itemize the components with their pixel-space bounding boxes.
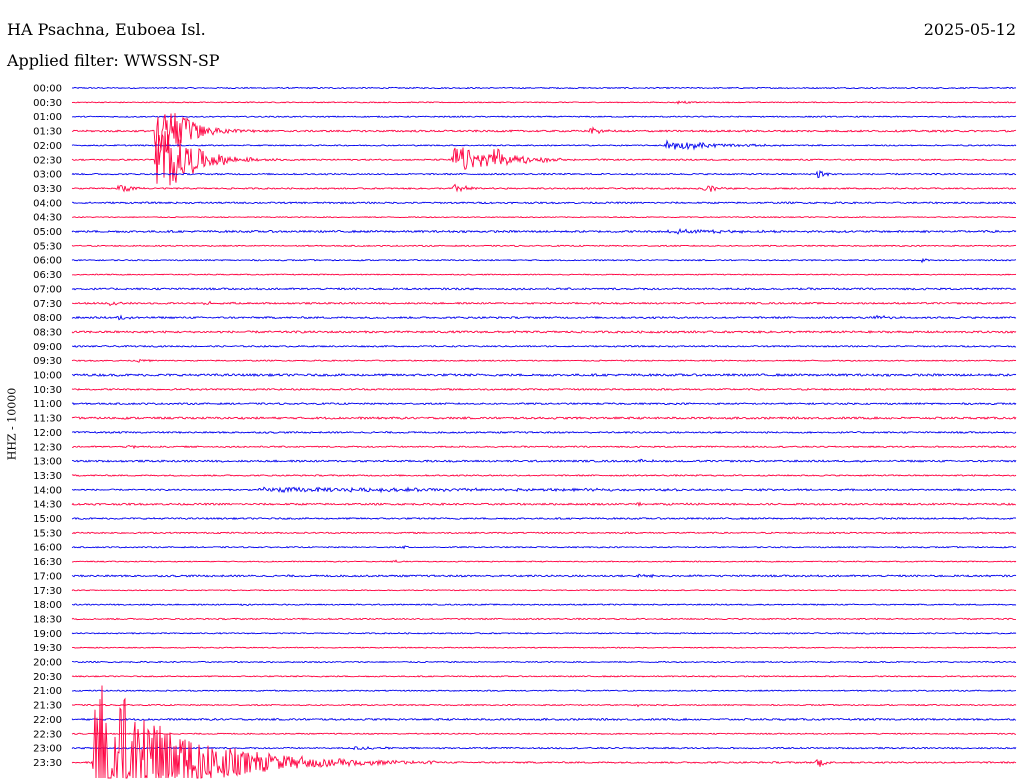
- time-tick-label: 23:30: [33, 758, 62, 769]
- seismic-trace: [71, 545, 1017, 550]
- seismic-trace: [71, 430, 1017, 434]
- seismic-trace: [71, 287, 1017, 291]
- time-tick-label: 00:00: [33, 84, 62, 95]
- seismic-trace: [71, 516, 1017, 521]
- seismic-trace: [71, 358, 1017, 363]
- seismic-trace: [71, 402, 1017, 406]
- seismic-trace: [71, 689, 1017, 692]
- seismic-trace: [72, 458, 1017, 463]
- seismic-trace: [72, 646, 1017, 649]
- time-tick-label: 19:30: [33, 643, 62, 654]
- seismic-trace: [71, 183, 1017, 193]
- seismic-trace: [72, 344, 1017, 348]
- time-tick-label: 19:00: [33, 629, 62, 640]
- helicorder-plot: 00:00 00:30 01:00 01:30 02:00 02:30 03:00 03:30…: [33, 84, 1017, 779]
- seismic-trace: [71, 746, 1017, 751]
- seismic-trace: [71, 675, 1017, 678]
- time-tick-label: 21:30: [33, 701, 62, 712]
- time-tick-label: 11:00: [33, 399, 62, 410]
- seismic-trace: [71, 717, 1017, 722]
- time-tick-label: 07:00: [33, 284, 62, 295]
- seismic-trace: [71, 573, 1017, 579]
- seismic-trace: [71, 257, 1017, 264]
- seismic-trace: [71, 387, 1017, 391]
- seismic-trace: [71, 416, 1017, 420]
- time-tick-label: 15:00: [33, 514, 62, 525]
- time-tick-label: 17:00: [33, 571, 62, 582]
- seismic-trace: [71, 444, 1017, 450]
- time-tick-label: 13:00: [33, 457, 62, 468]
- time-tick-label: 09:30: [33, 356, 62, 367]
- time-tick-label: 11:30: [33, 414, 62, 425]
- time-tick-label: 15:30: [33, 528, 62, 539]
- time-tick-label: 05:00: [33, 227, 62, 238]
- time-tick-label: 08:30: [33, 327, 62, 338]
- time-tick-label: 09:00: [33, 342, 62, 353]
- time-tick-label: 17:30: [33, 586, 62, 597]
- time-tick-label: 14:30: [33, 500, 62, 511]
- time-tick-label: 05:30: [33, 241, 62, 252]
- time-tick-label: 10:30: [33, 385, 62, 396]
- seismic-trace: [71, 330, 1017, 334]
- time-tick-label: 02:00: [33, 141, 62, 152]
- seismic-trace: [71, 131, 1017, 186]
- seismic-trace: [71, 115, 1017, 118]
- time-tick-label: 12:00: [33, 428, 62, 439]
- time-tick-label: 16:30: [33, 557, 62, 568]
- time-tick-label: 16:00: [33, 543, 62, 554]
- seismic-trace: [71, 703, 1017, 708]
- seismic-trace: [71, 113, 1017, 165]
- time-tick-label: 18:00: [33, 600, 62, 611]
- time-tick-label: 06:00: [33, 256, 62, 267]
- seismic-trace: [72, 660, 1017, 664]
- seismic-trace: [71, 314, 1017, 321]
- time-tick-label: 08:00: [33, 313, 62, 324]
- seismic-trace: [71, 273, 1017, 276]
- time-tick-label: 04:00: [33, 198, 62, 209]
- seismic-trace: [71, 603, 1017, 607]
- seismic-trace: [71, 100, 1016, 105]
- seismic-trace: [71, 685, 1017, 779]
- time-tick-label: 02:30: [33, 155, 62, 166]
- time-tick-label: 00:30: [33, 98, 62, 109]
- time-tick-label: 22:00: [33, 715, 62, 726]
- seismic-trace: [71, 227, 1017, 235]
- time-tick-label: 01:00: [33, 112, 62, 123]
- time-tick-label: 03:00: [33, 170, 62, 181]
- time-tick-label: 03:30: [33, 184, 62, 195]
- time-tick-label: 12:30: [33, 442, 62, 453]
- time-tick-label: 20:30: [33, 672, 62, 683]
- seismic-trace: [71, 169, 1017, 179]
- seismic-trace: [71, 372, 1017, 378]
- seismic-trace: [71, 300, 1017, 307]
- time-tick-label: 21:00: [33, 686, 62, 697]
- time-tick-label: 22:30: [33, 729, 62, 740]
- seismic-trace: [71, 589, 1017, 592]
- time-tick-label: 10:00: [33, 371, 62, 382]
- seismic-trace: [71, 139, 1017, 151]
- seismic-trace: [71, 632, 1017, 635]
- time-tick-label: 14:00: [33, 485, 62, 496]
- seismic-trace: [71, 732, 1016, 735]
- time-tick-label: 01:30: [33, 127, 62, 138]
- seismic-trace: [71, 474, 1017, 477]
- seismic-trace: [71, 501, 1017, 507]
- seismic-trace: [71, 486, 1017, 494]
- time-tick-label: 20:00: [33, 658, 62, 669]
- time-tick-label: 23:00: [33, 744, 62, 755]
- seismic-trace: [71, 617, 1016, 621]
- time-tick-label: 07:30: [33, 299, 62, 310]
- seismic-trace: [71, 244, 1017, 248]
- seismic-trace: [71, 86, 1017, 90]
- seismic-trace: [71, 201, 1017, 205]
- time-tick-label: 13:30: [33, 471, 62, 482]
- seismic-trace: [71, 216, 1016, 219]
- seismic-trace: [71, 531, 1017, 535]
- seismic-trace: [71, 559, 1017, 563]
- time-tick-label: 06:30: [33, 270, 62, 281]
- time-tick-label: 18:30: [33, 614, 62, 625]
- time-tick-label: 04:30: [33, 213, 62, 224]
